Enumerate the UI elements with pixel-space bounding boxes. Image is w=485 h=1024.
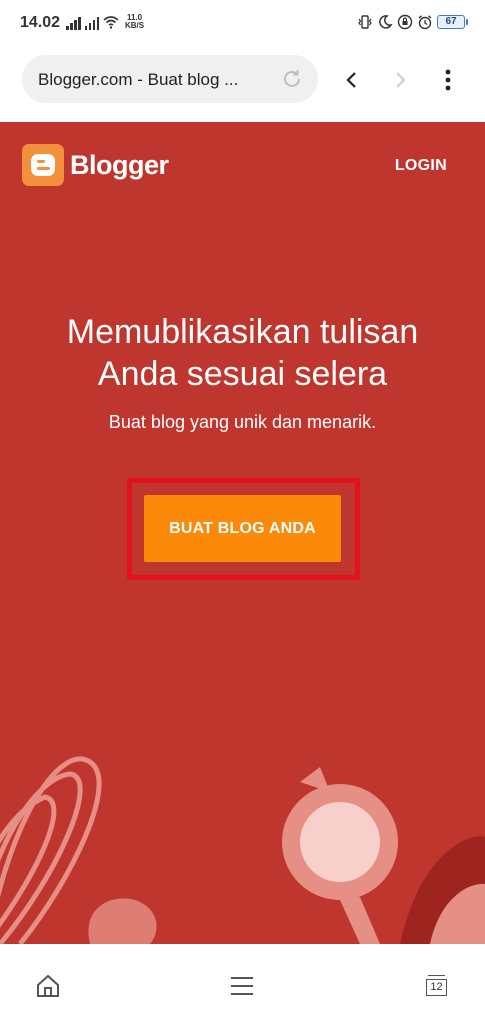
lock-rotation-icon bbox=[397, 14, 413, 30]
tabs-button[interactable]: 12 bbox=[420, 970, 452, 1002]
kitchen-illustration bbox=[0, 756, 485, 944]
status-left-icons: 11.0 KB/S bbox=[66, 14, 144, 30]
reload-icon[interactable] bbox=[280, 67, 304, 91]
vibrate-icon bbox=[358, 15, 372, 29]
status-time: 14.02 bbox=[20, 14, 61, 31]
blogger-logo-icon bbox=[22, 144, 64, 186]
battery-level: 67 bbox=[445, 16, 457, 27]
back-button[interactable] bbox=[338, 66, 366, 94]
create-blog-button[interactable]: BUAT BLOG ANDA bbox=[144, 495, 341, 562]
status-right-icons: 67 bbox=[357, 12, 468, 32]
forward-icon bbox=[396, 72, 406, 88]
menu-icon bbox=[231, 977, 253, 995]
blogger-page: Blogger LOGIN Memublikasikan tulisan And… bbox=[0, 122, 485, 944]
ladle-illustration bbox=[282, 767, 398, 944]
whisk-illustration bbox=[0, 756, 102, 944]
browser-toolbar: Blogger.com - Buat blog ... bbox=[0, 44, 485, 122]
brand[interactable]: Blogger bbox=[22, 144, 169, 186]
net-speed: 11.0 KB/S bbox=[125, 14, 144, 30]
net-speed-unit: KB/S bbox=[125, 21, 145, 30]
brand-name: Blogger bbox=[70, 149, 169, 180]
wifi-icon bbox=[103, 16, 119, 29]
hero-title: Memublikasikan tulisan Anda sesuai seler… bbox=[0, 311, 485, 395]
tabs-count: 12 bbox=[430, 981, 443, 993]
alarm-icon bbox=[418, 15, 432, 30]
tabs-icon: 12 bbox=[426, 975, 447, 996]
bottom-nav: 12 bbox=[0, 944, 485, 1024]
status-bar: 14.02 11.0 KB/S 67 bbox=[0, 0, 485, 44]
home-icon bbox=[37, 974, 59, 997]
signal-icon bbox=[84, 16, 99, 30]
battery-icon: 67 bbox=[437, 15, 468, 29]
more-options-button[interactable] bbox=[434, 66, 462, 94]
forward-button[interactable] bbox=[386, 66, 414, 94]
hero-subtitle: Buat blog yang unik dan menarik. bbox=[108, 412, 377, 432]
hero-title-line2: Anda sesuai selera bbox=[97, 355, 388, 393]
more-vert-icon bbox=[445, 69, 451, 91]
hero-title-line1: Memublikasikan tulisan bbox=[66, 313, 419, 351]
back-icon bbox=[346, 72, 356, 88]
menu-button[interactable] bbox=[226, 970, 258, 1002]
address-bar-text[interactable]: Blogger.com - Buat blog ... bbox=[38, 70, 238, 90]
home-button[interactable] bbox=[32, 970, 64, 1002]
signal-icon bbox=[66, 16, 81, 30]
login-link[interactable]: LOGIN bbox=[395, 157, 447, 175]
moon-icon bbox=[379, 15, 393, 29]
address-bar[interactable]: Blogger.com - Buat blog ... bbox=[22, 55, 318, 103]
